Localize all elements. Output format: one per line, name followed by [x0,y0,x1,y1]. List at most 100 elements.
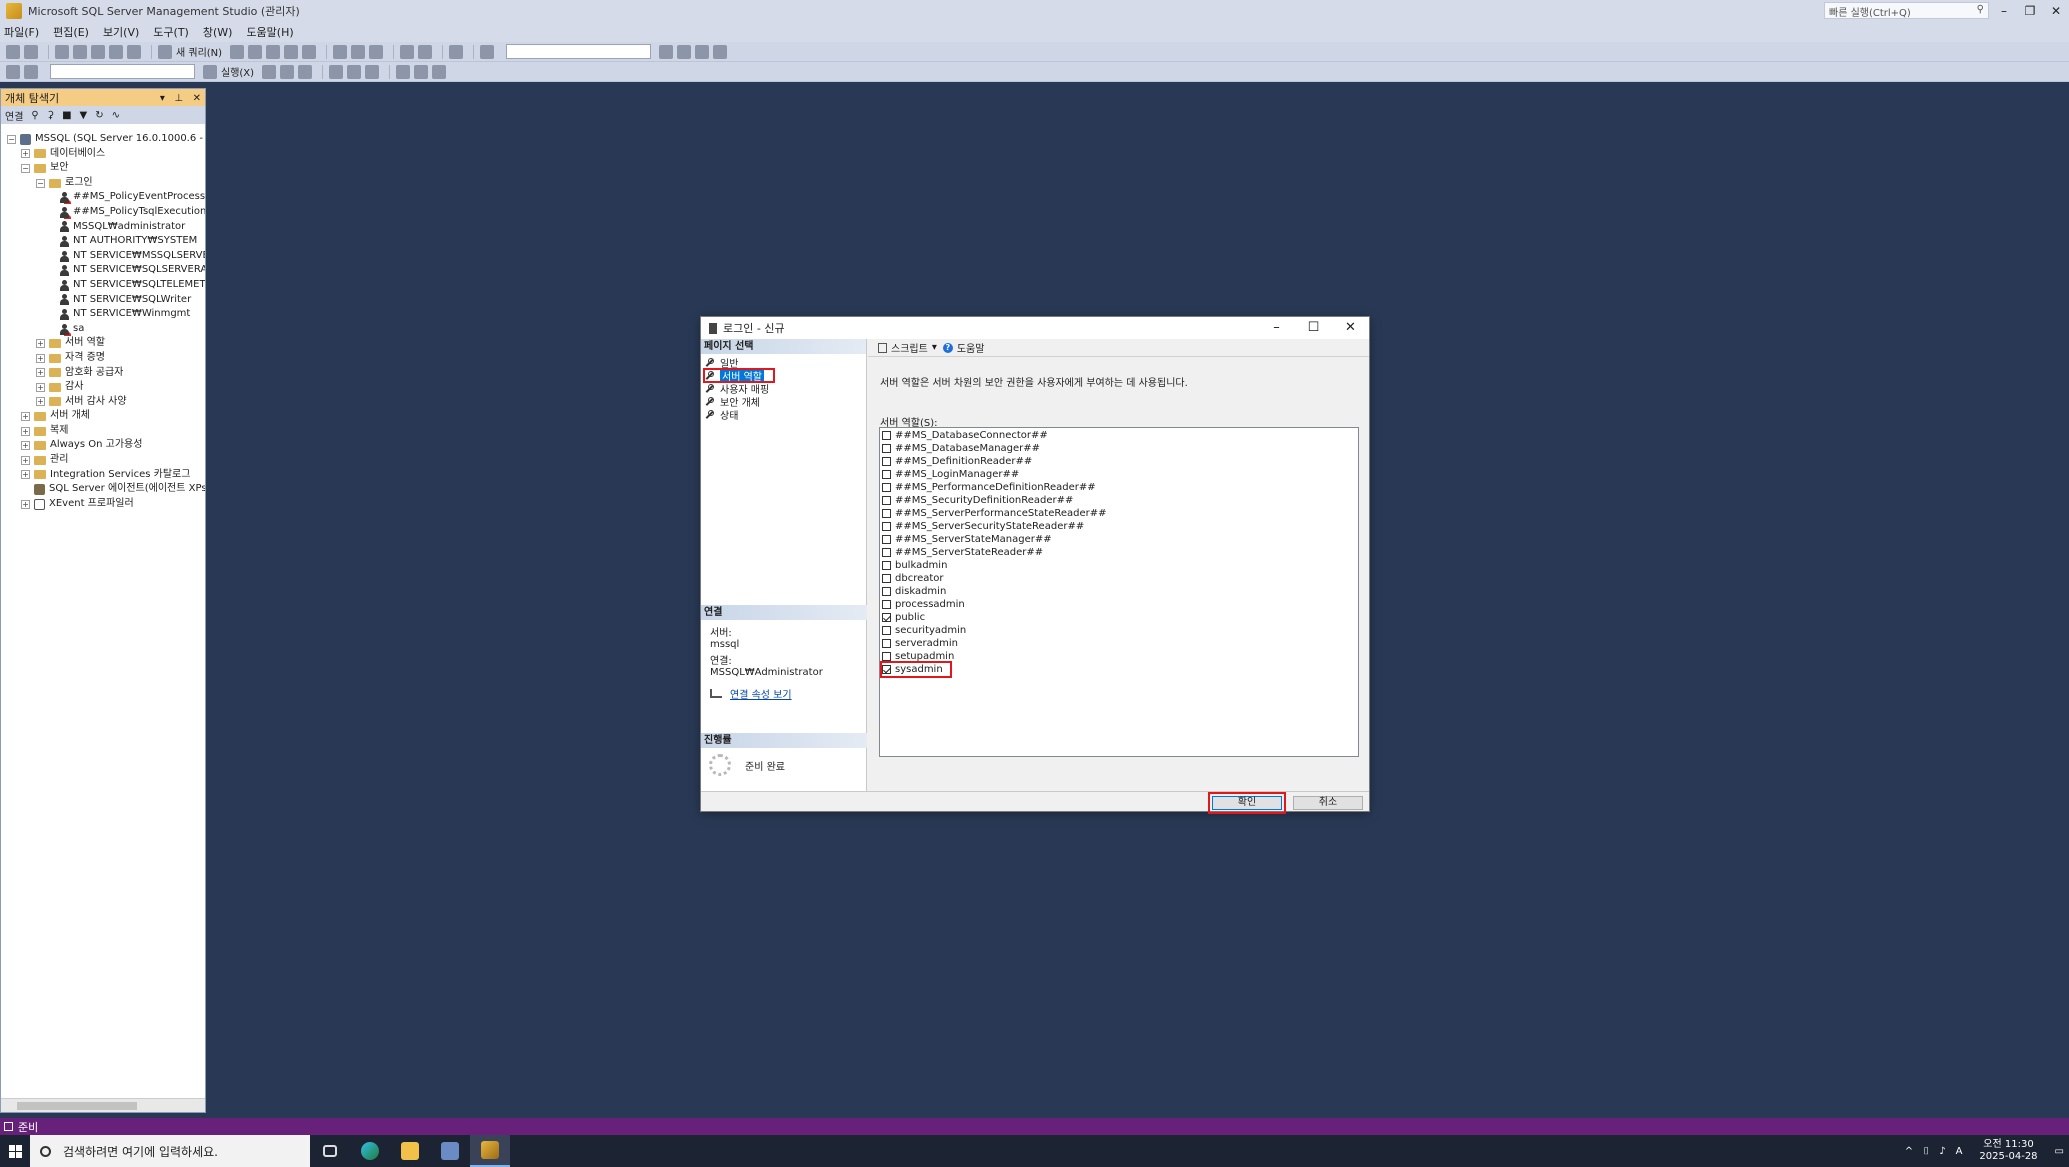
ssms-taskbar-button[interactable] [470,1135,510,1167]
role-checkbox[interactable] [882,600,891,609]
expand-icon[interactable]: + [21,455,30,465]
role-checkbox[interactable] [882,639,891,648]
save-icon[interactable] [109,44,123,59]
forward-icon[interactable] [24,44,38,59]
help-button[interactable]: 도움말 [957,340,985,355]
results-file-icon[interactable] [365,64,380,79]
task-view-button[interactable] [310,1135,350,1167]
expand-icon[interactable]: + [21,426,30,436]
tree-login-item[interactable]: NT SERVICE₩SQLTELEMETF [7,278,205,293]
role-checkbox[interactable] [882,626,891,635]
new-query-button[interactable]: 새 쿼리(N) [176,44,222,59]
comment-icon[interactable] [396,64,411,79]
clock[interactable]: 오전 11:30 2025-04-28 [1979,1139,2037,1163]
find-icon[interactable] [480,44,495,59]
estimated-plan-icon[interactable] [298,64,313,79]
execute-button[interactable]: 실행(X) [221,64,254,79]
expand-icon[interactable]: + [36,382,45,392]
role-item[interactable]: ##MS_ServerStateManager## [882,533,1358,546]
role-checkbox[interactable] [882,561,891,570]
horizontal-scrollbar[interactable] [1,1098,205,1112]
results-text-icon[interactable] [329,64,344,79]
results-grid-icon[interactable] [347,64,362,79]
role-checkbox[interactable] [882,431,891,440]
role-item[interactable]: ##MS_PerformanceDefinitionReader## [882,481,1358,494]
role-item[interactable]: diskadmin [882,585,1358,598]
menu-edit[interactable]: 편집(E) [53,24,89,40]
tree-login-item[interactable]: NT SERVICE₩SQLWriter [7,293,205,308]
role-item[interactable]: ##MS_LoginManager## [882,468,1358,481]
tree-login-item[interactable]: NT AUTHORITY₩SYSTEM [7,234,205,249]
role-item-sysadmin[interactable]: sysadmin [880,661,952,678]
close-icon[interactable]: ✕ [1332,317,1369,339]
tree-login-item[interactable]: NT SERVICE₩MSSQLSERVE [7,249,205,264]
role-checkbox[interactable] [882,548,891,557]
menu-view[interactable]: 보기(V) [103,24,139,40]
tree-login-item[interactable]: NT SERVICE₩SQLSERVERAG [7,263,205,278]
role-item[interactable]: ##MS_SecurityDefinitionReader## [882,494,1358,507]
scrollbar-thumb[interactable] [17,1102,137,1110]
tree-login-item[interactable]: MSSQL₩administrator [7,220,205,235]
role-item[interactable]: ##MS_ServerStateReader## [882,546,1358,559]
xmla-query-icon[interactable] [266,44,281,59]
undo-icon[interactable] [400,44,415,59]
edge-button[interactable] [350,1135,390,1167]
role-item[interactable]: ##MS_DatabaseConnector## [882,429,1358,442]
expand-icon[interactable]: + [21,441,30,451]
role-item[interactable]: ##MS_DefinitionReader## [882,455,1358,468]
indent-icon[interactable] [432,64,447,79]
notification-icon[interactable]: ▭ [2055,1146,2064,1157]
start-button[interactable] [0,1135,30,1167]
role-item[interactable]: setupadmin [882,650,1358,663]
new-query-icon[interactable] [158,44,172,59]
connect-dropdown[interactable]: 연결 [5,108,23,123]
open-folder-icon[interactable] [91,44,105,59]
role-item[interactable]: securityadmin [882,624,1358,637]
filter-icon[interactable]: ▼ [80,110,88,121]
copy-icon[interactable] [351,44,366,59]
role-item[interactable]: serveradmin [882,637,1358,650]
activity-icon[interactable]: ∿ [112,110,120,121]
tree-server-roles[interactable]: + 서버 역할 [7,336,205,351]
tree-audit-specs[interactable]: + 서버 감사 사양 [7,395,205,410]
role-checkbox[interactable] [882,483,891,492]
tree-databases[interactable]: + 데이터베이스 [7,147,205,162]
input-language[interactable]: A [1956,1146,1963,1157]
role-checkbox[interactable] [882,652,891,661]
cut-icon[interactable] [333,44,348,59]
role-item[interactable]: public [882,611,1358,624]
menu-file[interactable]: 파일(F) [4,24,39,40]
server-manager-button[interactable] [430,1135,470,1167]
role-checkbox[interactable] [882,457,891,466]
quick-launch-input[interactable]: 빠른 실행(Ctrl+Q) ⚲ [1824,2,1989,19]
change-connection-icon[interactable] [24,64,38,79]
script-button[interactable]: 스크립트 [891,340,928,355]
network-icon[interactable]: ⌷ [1923,1146,1929,1157]
role-checkbox[interactable] [882,535,891,544]
menu-tools[interactable]: 도구(T) [153,24,189,40]
role-checkbox[interactable] [882,613,891,622]
properties-icon[interactable] [677,44,692,59]
taskbar-search-input[interactable]: 검색하려면 여기에 입력하세요. [30,1135,310,1167]
role-checkbox[interactable] [882,587,891,596]
role-item[interactable]: processadmin [882,598,1358,611]
expand-icon[interactable]: + [36,397,45,407]
role-item[interactable]: ##MS_ServerPerformanceStateReader## [882,507,1358,520]
tree-always-on[interactable]: + Always On 고가용성 [7,438,205,453]
mdx-query-icon[interactable] [230,44,245,59]
connect-icon[interactable]: ⚲ [31,110,38,121]
tree-security[interactable]: − 보안 [7,161,205,176]
solution-explorer-icon[interactable] [659,44,674,59]
tree-login-item[interactable]: NT SERVICE₩Winmgmt [7,307,205,322]
tree-management[interactable]: + 관리 [7,453,205,468]
stop-icon[interactable]: ■ [62,110,71,121]
view-connection-properties[interactable]: 연결 속성 보기 [701,686,867,701]
activity-monitor-icon[interactable] [449,44,464,59]
tree-login-item[interactable]: sa [7,322,205,337]
page-status[interactable]: 상태 [701,408,866,422]
uncomment-icon[interactable] [414,64,429,79]
expand-icon[interactable]: + [21,412,30,422]
save-all-icon[interactable] [127,44,141,59]
paste-icon[interactable] [369,44,384,59]
role-item[interactable]: dbcreator [882,572,1358,585]
